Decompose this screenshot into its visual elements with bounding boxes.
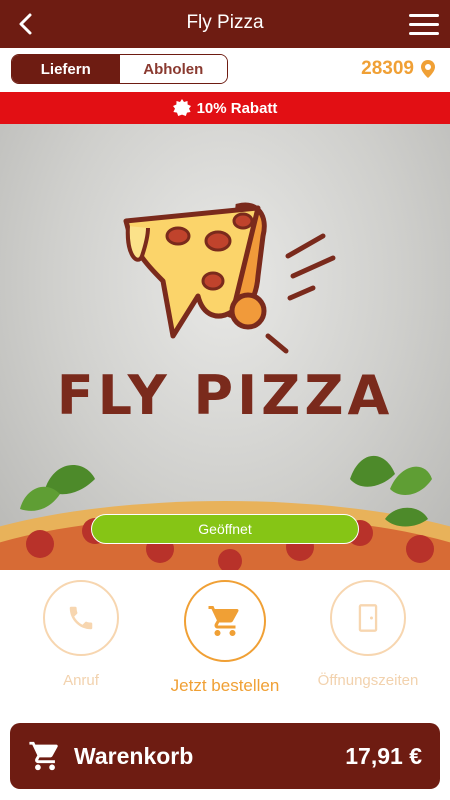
order-action[interactable]: Jetzt bestellen [155,580,295,696]
action-buttons: Anruf Jetzt bestellen Öffnungszeiten [0,570,450,720]
location-pin-icon [421,60,435,78]
hero-image: FLY PIZZA Geöffnet [0,124,450,570]
zip-location[interactable]: 28309 [361,58,436,80]
hamburger-icon-bar [409,22,439,26]
phone-icon [69,606,93,630]
order-button[interactable] [184,580,266,662]
cart-label: Warenkorb [74,742,194,769]
discount-badge-icon [172,99,191,116]
page-title: Fly Pizza [186,12,264,33]
menu-button[interactable] [406,8,442,40]
hours-action[interactable]: Öffnungszeiten [298,580,438,689]
cart-icon [29,741,58,771]
open-status-badge[interactable]: Geöffnet [91,514,359,544]
pizza-decoration [0,455,450,570]
call-action[interactable]: Anruf [11,580,151,689]
order-label: Jetzt bestellen [170,676,280,695]
hours-button[interactable] [330,580,406,656]
cart-icon [208,606,239,636]
hamburger-icon-bar [409,31,439,35]
discount-text: 10% Rabatt [196,99,278,117]
brand-logo-text: FLY PIZZA [56,364,394,427]
cart-bar[interactable]: Warenkorb 17,91 € [10,723,440,789]
discount-banner[interactable]: 10% Rabatt [0,92,450,124]
pizza-slice-logo [123,202,336,354]
hamburger-icon-bar [409,13,439,17]
delivery-mode-toggle: Liefern Abholen [11,54,228,84]
zip-code: 28309 [361,58,414,79]
app-header: Fly Pizza [0,0,450,48]
cart-total: 17,91 € [345,742,422,769]
delivery-mode-row: Liefern Abholen 28309 [0,48,450,92]
call-label: Anruf [63,672,99,689]
delivery-option-liefern[interactable]: Liefern [12,55,120,83]
door-icon [358,604,378,632]
delivery-option-abholen[interactable]: Abholen [119,55,227,83]
call-button[interactable] [43,580,119,656]
hours-label: Öffnungszeiten [317,672,419,689]
